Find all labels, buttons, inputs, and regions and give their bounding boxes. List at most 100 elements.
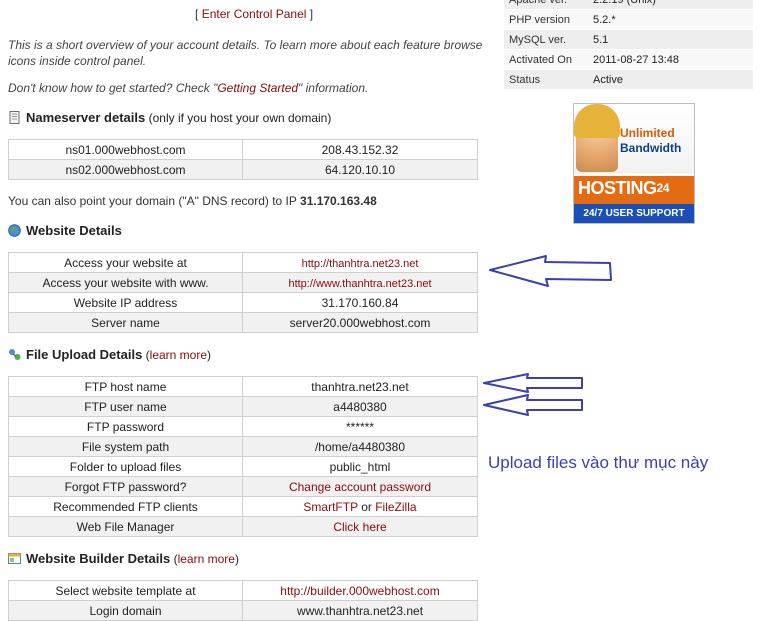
bracket-open: [ [195,7,199,21]
builder-url-link[interactable]: http://builder.000webhost.com [280,584,439,598]
banner-person-hair [574,104,620,138]
upload-learn-more-link[interactable]: learn more [150,348,207,362]
filezilla-link[interactable]: FileZilla [375,500,416,514]
ns-ip: 208.43.152.32 [242,139,478,160]
banner-line1: Unlimited [620,126,675,140]
control-panel-link-row: [ Enter Control Panel ] [195,7,313,21]
row-label: File system path [8,436,243,457]
banner-brand: HOSTING24 [574,176,694,204]
upload-table: FTP host name thanhtra.net23.net FTP user… [8,376,478,537]
dns-text: You can also point your domain ("A" DNS … [8,194,301,208]
table-row: Forgot FTP password? Change account passw… [8,476,478,497]
row-label: FTP password [8,416,243,437]
website-www-url-link[interactable]: http://www.thanhtra.net23.net [288,278,431,290]
ns-name: ns01.000webhost.com [8,139,243,160]
window-icon [8,552,21,565]
row-value: Click here [242,516,478,537]
row-label: FTP host name [8,376,243,397]
table-row: ns02.000webhost.com 64.120.10.10 [8,159,478,180]
info-value: Active [588,69,753,90]
website-heading: Website Details [8,223,122,238]
row-value: a4480380 [242,396,478,417]
row-label: Website IP address [8,292,243,313]
smartftp-link[interactable]: SmartFTP [303,500,357,514]
table-row: Recommended FTP clients SmartFTP or FileZ… [8,496,478,517]
builder-heading: Website Builder Details (learn more) [8,551,239,566]
getting-started-before: Don't know how to get started? Check " [8,81,218,95]
website-table: Access your website at http://thanhtra.ne… [8,252,478,333]
left-arrow-icon [489,255,612,287]
row-value: http://thanhtra.net23.net [242,252,478,273]
builder-learn-close: ) [234,552,239,566]
banner-line2: Bandwidth [620,141,682,155]
globe-icon [8,224,21,237]
info-row-php: PHP version 5.2.* [504,9,753,30]
row-value: public_html [242,456,478,477]
banner-brand-num: 24 [656,181,670,195]
table-row: Folder to upload files public_html [8,456,478,477]
row-label: Access your website at [8,252,243,273]
row-value: 31.170.160.84 [242,292,478,313]
dns-ip: 31.170.163.48 [300,194,377,208]
dns-ip-text: You can also point your domain ("A" DNS … [8,194,377,208]
row-label: FTP user name [8,396,243,417]
info-key: Status [504,69,588,90]
table-row: File system path/home/a4480380 [8,436,478,457]
table-row: Access your website at http://thanhtra.ne… [8,252,478,273]
intro-text: This is a short overview of your account… [8,38,483,68]
getting-started-text: Don't know how to get started? Check "Ge… [8,81,368,95]
annotation-note: Upload files vào thư mục này [488,453,709,472]
banner-brand-text: HOSTING [578,178,657,198]
info-row-status: Status Active [504,69,753,90]
banner-top: Unlimited Bandwidth [574,104,694,174]
row-value: http://builder.000webhost.com [242,580,478,601]
builder-table: Select website template at http://builder… [8,580,478,621]
info-key: MySQL ver. [504,29,588,50]
info-row-mysql: MySQL ver. 5.1 [504,29,753,50]
upload-heading: File Upload Details (learn more) [8,347,211,362]
info-key: Activated On [504,49,588,70]
upload-title: File Upload Details [26,347,143,362]
website-title: Website Details [26,223,122,238]
getting-started-link[interactable]: Getting Started [217,81,298,95]
row-value: http://www.thanhtra.net23.net [242,272,478,293]
table-row: Select website template at http://builder… [8,580,478,601]
info-key: Apache ver. [504,0,588,10]
table-row: Server name server20.000webhost.com [8,312,478,333]
row-label: Forgot FTP password? [8,476,243,497]
nameserver-title: Nameserver details [26,110,146,125]
upload-learn-close: ) [207,348,212,362]
table-row: FTP password ****** [8,416,478,437]
row-value: server20.000webhost.com [242,312,478,333]
file-manager-link[interactable]: Click here [333,520,386,534]
info-value: 2.2.19 (Unix) [588,0,753,10]
or-text: or [357,499,376,514]
ns-ip: 64.120.10.10 [242,159,478,180]
document-icon [8,111,21,124]
getting-started-after: " information. [298,81,369,95]
row-value: ****** [242,416,478,437]
account-info-table: Apache ver.2.2.19 (Unix) PHP version5.2.… [504,0,753,90]
row-label: Select website template at [8,580,243,601]
website-url-link[interactable]: http://thanhtra.net23.net [302,258,419,270]
row-label: Recommended FTP clients [8,496,243,517]
enter-control-panel-link[interactable]: Enter Control Panel [202,7,307,21]
table-row: ns01.000webhost.com 208.43.152.32 [8,139,478,160]
row-value: SmartFTP or FileZilla [242,496,478,517]
hosting24-banner-ad[interactable]: Unlimited Bandwidth HOSTING24 24/7 USER … [573,103,695,224]
builder-learn-more-link[interactable]: learn more [178,552,235,566]
table-row: Access your website with www. http://www.… [8,272,478,293]
row-value: thanhtra.net23.net [242,376,478,397]
info-value: 5.1 [588,29,753,50]
row-value: /home/a4480380 [242,436,478,457]
network-icon [8,348,21,361]
ns-name: ns02.000webhost.com [8,159,243,180]
change-password-link[interactable]: Change account password [289,480,431,494]
info-row-activated: Activated On 2011-08-27 13:48 [504,49,753,70]
info-row-apache: Apache ver.2.2.19 (Unix) [504,0,753,10]
banner-support: 24/7 USER SUPPORT [574,204,694,223]
table-row: FTP host name thanhtra.net23.net [8,376,478,397]
table-row: Website IP address 31.170.160.84 [8,292,478,313]
builder-title: Website Builder Details [26,551,171,566]
nameserver-table: ns01.000webhost.com 208.43.152.32 ns02.00… [8,139,478,180]
